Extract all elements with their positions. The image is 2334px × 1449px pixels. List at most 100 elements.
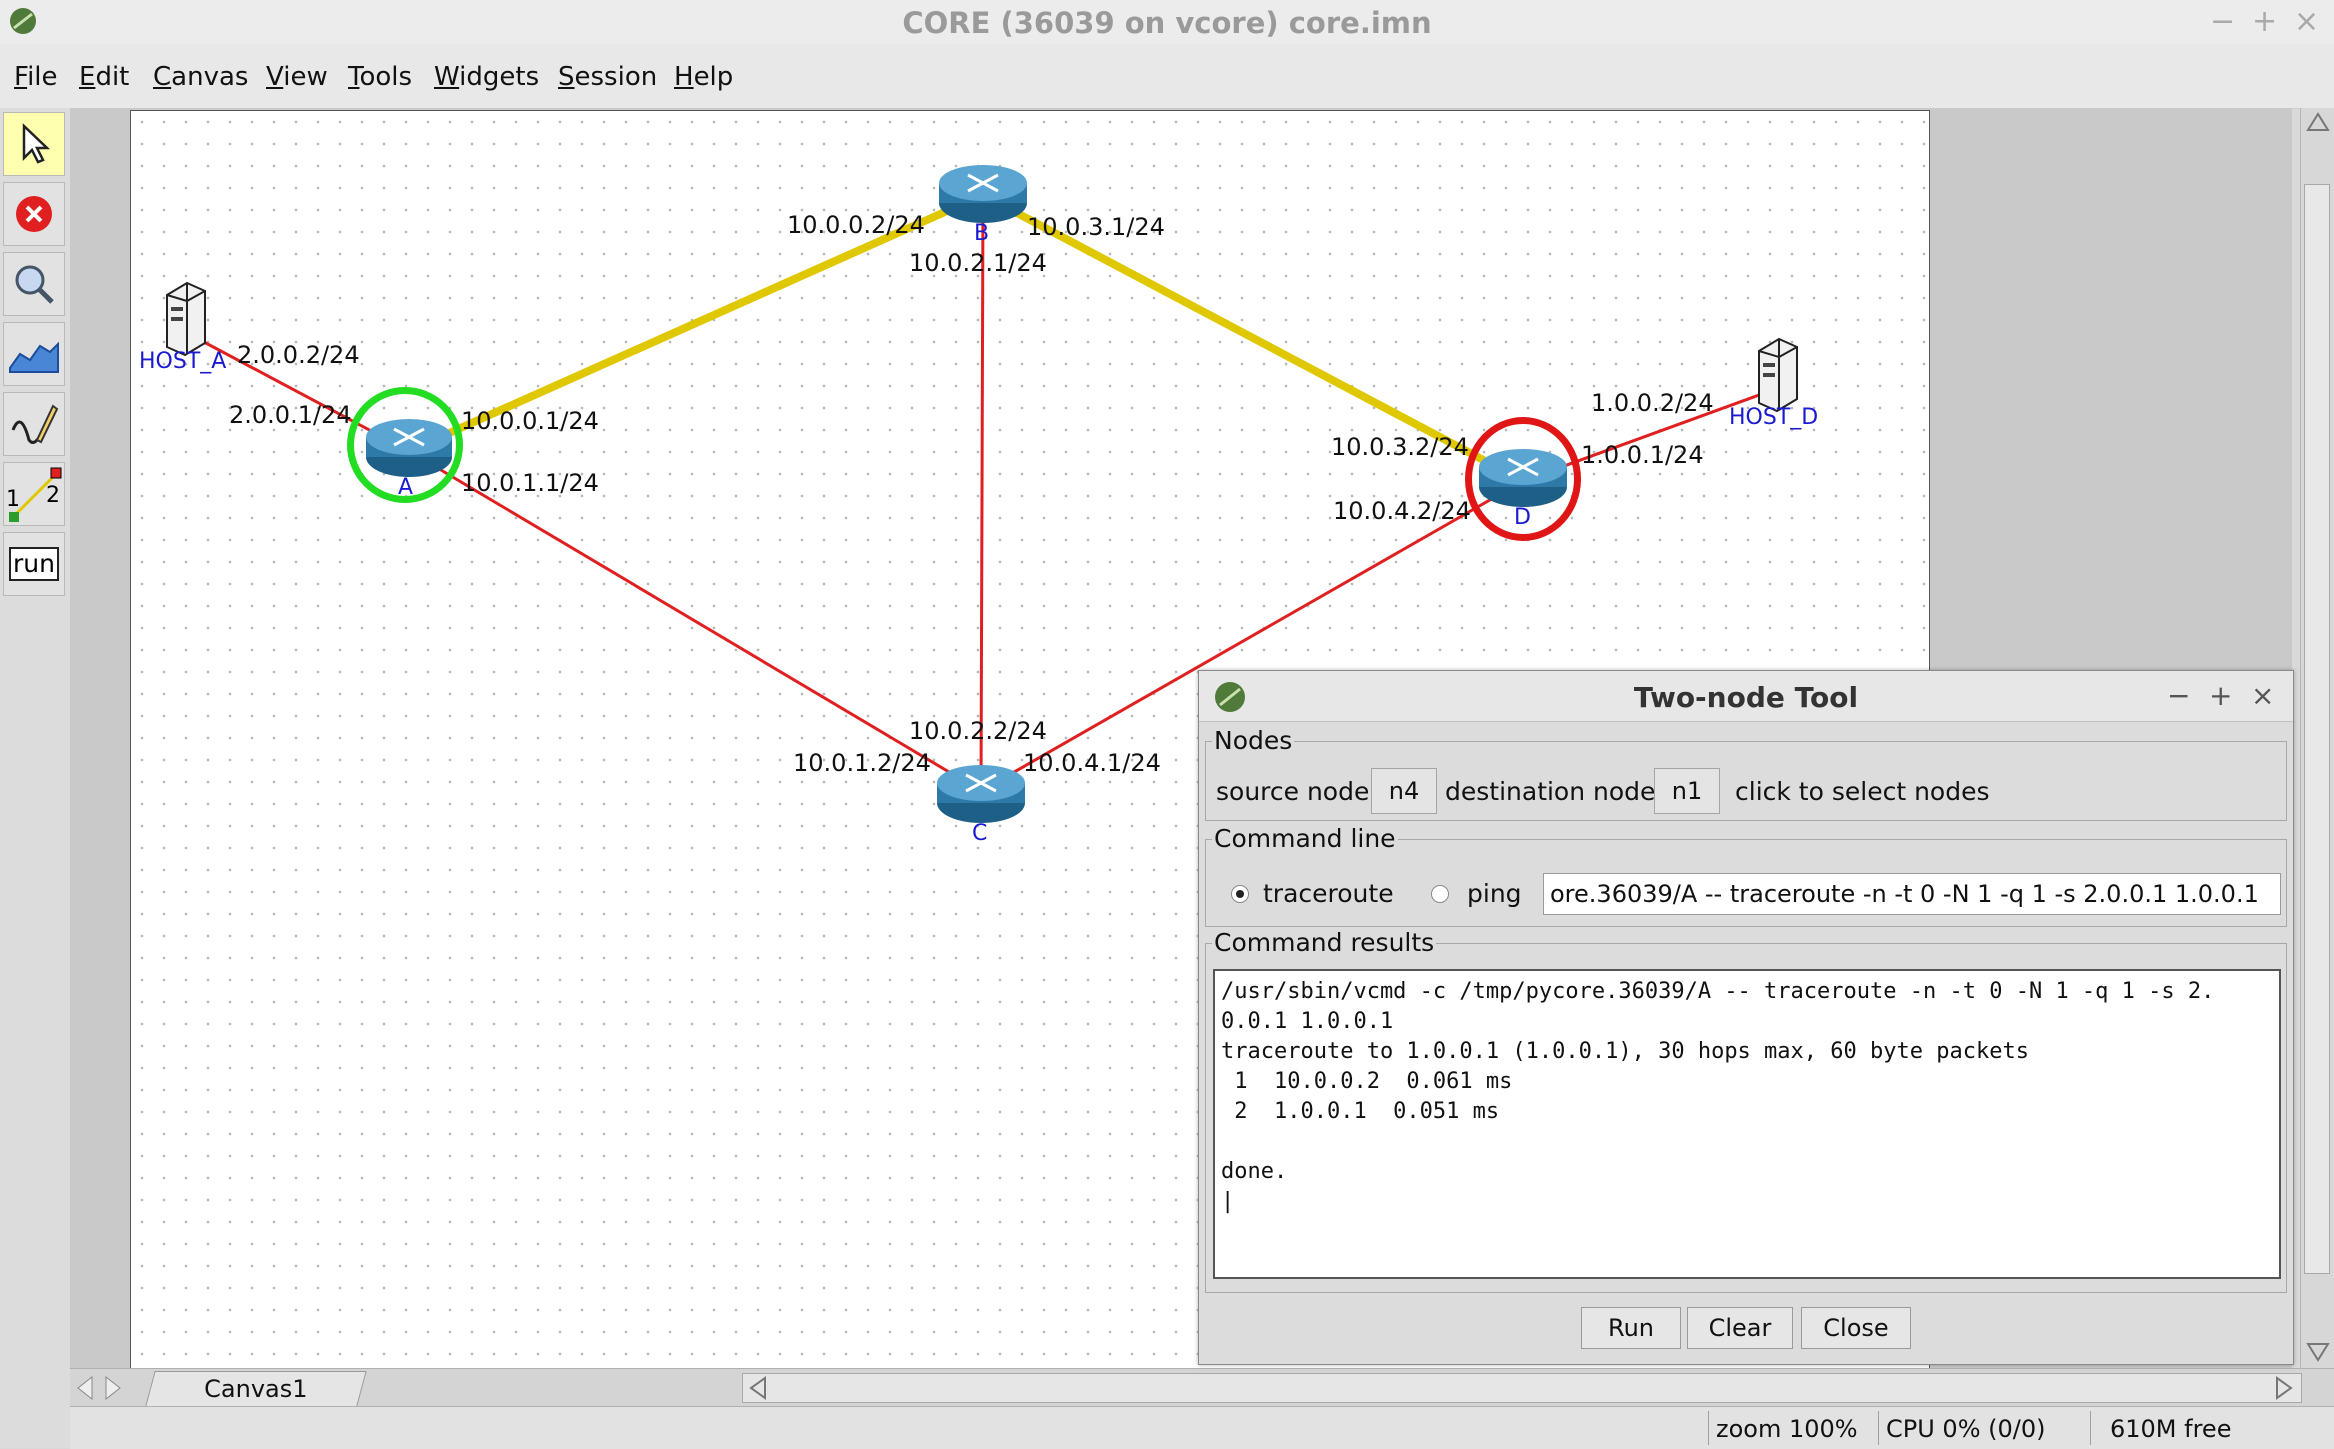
two-node-tool-button[interactable]: 1 2 [3, 462, 65, 526]
host-a-label: HOST_A [139, 349, 227, 374]
scroll-up-arrow-icon[interactable] [2306, 112, 2330, 132]
ip-label: 10.0.2.1/24 [909, 249, 1047, 277]
two-node-label-b: 2 [46, 483, 60, 508]
stop-session-button[interactable] [3, 182, 65, 246]
link-b-c[interactable] [979, 194, 985, 792]
router-d-label: D [1514, 505, 1531, 530]
stop-icon [16, 196, 52, 232]
router-b-icon[interactable] [937, 163, 1029, 225]
plot-tool-button[interactable] [3, 322, 65, 386]
source-node-label: source node [1216, 777, 1370, 806]
traceroute-label[interactable]: traceroute [1263, 879, 1394, 908]
vertical-scrollbar[interactable] [2300, 108, 2334, 1368]
maximize-button[interactable]: + [2252, 4, 2277, 39]
menu-widgets[interactable]: Widgets [434, 62, 539, 92]
status-zoom: zoom 100% [1716, 1415, 1858, 1443]
ip-label: 10.0.4.2/24 [1333, 497, 1471, 525]
select-arrow-icon [22, 123, 51, 164]
canvas-tab-bar: Canvas1 [70, 1368, 2334, 1407]
link-a-c[interactable] [408, 449, 982, 793]
status-divider [2090, 1411, 2091, 1445]
marker-tool-button[interactable] [3, 392, 65, 456]
menu-help[interactable]: Help [674, 62, 733, 92]
menu-file[interactable]: File [14, 62, 58, 92]
vertical-scroll-thumb[interactable] [2304, 184, 2330, 1274]
minimize-button[interactable]: − [2210, 4, 2235, 39]
menu-canvas[interactable]: Canvas [153, 62, 248, 92]
ip-label: 10.0.1.2/24 [793, 749, 931, 777]
status-divider [1708, 1411, 1709, 1445]
scroll-right-arrow-icon[interactable] [2273, 1376, 2295, 1400]
clear-button[interactable]: Clear [1687, 1307, 1793, 1349]
command-line-legend: Command line [1212, 824, 1398, 853]
dialog-minimize-button[interactable]: − [2167, 679, 2190, 712]
router-b-label: B [974, 221, 990, 246]
command-input[interactable]: ore.36039/A -- traceroute -n -t 0 -N 1 -… [1543, 873, 2281, 915]
host-d-icon[interactable] [1753, 337, 1801, 413]
host-a-icon[interactable] [161, 281, 209, 357]
ping-label[interactable]: ping [1467, 879, 1522, 908]
status-bar: zoom 100% CPU 0% (0/0) 610M free [70, 1406, 2334, 1449]
horizontal-scrollbar[interactable] [742, 1373, 2302, 1403]
tab-prev-icon[interactable] [74, 1375, 96, 1401]
traceroute-radio[interactable] [1231, 885, 1249, 903]
host-d-label: HOST_D [1729, 405, 1819, 430]
router-a-label: A [398, 475, 414, 500]
status-divider [1878, 1411, 1879, 1445]
draw-icon [11, 404, 59, 444]
ip-label: 10.0.4.1/24 [1023, 749, 1161, 777]
run-button[interactable]: Run [1581, 1307, 1681, 1349]
destination-node-label: destination node [1445, 777, 1656, 806]
run-icon: run [9, 547, 59, 581]
scroll-down-arrow-icon[interactable] [2306, 1342, 2330, 1362]
menu-tools[interactable]: Tools [348, 62, 412, 92]
close-window-button[interactable]: × [2294, 4, 2319, 39]
ip-label: 10.0.0.1/24 [461, 407, 599, 435]
observer-tool-button[interactable] [3, 252, 65, 316]
command-results-output[interactable]: /usr/sbin/vcmd -c /tmp/pycore.36039/A --… [1213, 969, 2281, 1279]
run-tool-button[interactable]: run [3, 532, 65, 596]
dialog-title: Two-node Tool [1633, 681, 1859, 714]
tab-canvas1[interactable]: Canvas1 [145, 1371, 367, 1406]
status-cpu: CPU 0% (0/0) [1886, 1415, 2046, 1443]
status-memory: 610M free [2110, 1415, 2232, 1443]
select-nodes-hint: click to select nodes [1735, 777, 1990, 806]
router-c-icon[interactable] [935, 763, 1027, 825]
router-c-label: C [972, 821, 988, 846]
nodes-legend: Nodes [1212, 726, 1295, 755]
two-node-label-a: 1 [6, 487, 20, 512]
title-bar: CORE (36039 on vcore) core.imn − + × [0, 0, 2334, 45]
ip-label: 2.0.0.2/24 [237, 341, 360, 369]
command-results-legend: Command results [1212, 928, 1437, 957]
dialog-maximize-button[interactable]: + [2209, 679, 2232, 712]
dialog-title-bar[interactable]: Two-node Tool − + × [1199, 671, 2293, 722]
ping-radio[interactable] [1431, 885, 1449, 903]
left-toolbar: 1 2 run [0, 108, 71, 1448]
ip-label: 2.0.0.1/24 [229, 401, 352, 429]
ip-label: 10.0.2.2/24 [909, 717, 1047, 745]
tab-next-icon[interactable] [102, 1375, 124, 1401]
dialog-close-icon[interactable]: × [2251, 679, 2274, 712]
menu-session[interactable]: Session [558, 62, 657, 92]
router-a-icon[interactable] [364, 417, 454, 479]
select-tool-button[interactable] [3, 112, 65, 176]
ip-label: 10.0.3.1/24 [1027, 213, 1165, 241]
ip-label: 10.0.3.2/24 [1331, 433, 1469, 461]
two-node-icon: 1 2 [6, 467, 62, 522]
ip-label: 1.0.0.1/24 [1581, 441, 1704, 469]
menu-view[interactable]: View [266, 62, 328, 92]
ip-label: 10.0.0.2/24 [787, 211, 925, 239]
scroll-left-arrow-icon[interactable] [747, 1376, 769, 1400]
menu-edit[interactable]: Edit [79, 62, 129, 92]
router-d-icon[interactable] [1477, 447, 1569, 509]
two-node-tool-dialog: Two-node Tool − + × Nodes source node n4… [1198, 670, 2294, 1365]
window-title: CORE (36039 on vcore) core.imn [902, 6, 1432, 40]
close-button[interactable]: Close [1801, 1307, 1911, 1349]
zoom-icon [15, 265, 54, 304]
ip-label: 10.0.1.1/24 [461, 469, 599, 497]
ip-label: 1.0.0.2/24 [1591, 389, 1714, 417]
source-node-field[interactable]: n4 [1371, 768, 1437, 814]
destination-node-field[interactable]: n1 [1654, 768, 1720, 814]
menu-bar: File Edit Canvas View Tools Widgets Sess… [0, 44, 2334, 109]
plot-icon [9, 341, 59, 373]
